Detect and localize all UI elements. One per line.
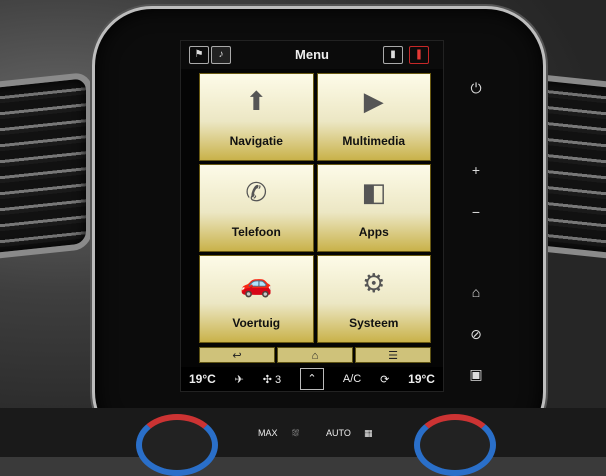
power-button[interactable]: ⏻ bbox=[466, 80, 486, 97]
tile-voertuig[interactable]: 🚗 Voertuig bbox=[199, 255, 314, 343]
display-off-icon[interactable]: ▣ bbox=[466, 366, 486, 383]
max-defrost-button[interactable]: MAX bbox=[258, 428, 278, 438]
home-button[interactable]: ⌂ bbox=[277, 347, 353, 363]
ac-button[interactable]: A/C bbox=[343, 373, 361, 385]
bottom-nav-strip: ↩ ⌂ ☰ bbox=[199, 347, 431, 363]
right-temperature[interactable]: 19°C bbox=[408, 372, 435, 386]
tile-label: Apps bbox=[358, 225, 389, 239]
infotainment-screen: ⚑ ♪ Menu ▮ ❚ ⬆ Navigatie ▶ Multimedia ✆ … bbox=[180, 40, 444, 392]
rear-defrost-icon[interactable]: ▦ bbox=[364, 428, 373, 439]
phone-battery-icon: ▮ bbox=[383, 46, 403, 64]
left-temperature-knob[interactable] bbox=[136, 414, 218, 476]
auto-button[interactable]: AUTO bbox=[326, 428, 351, 438]
car-icon: 🚗 bbox=[240, 268, 273, 298]
volume-up-button[interactable]: + bbox=[466, 162, 486, 178]
apps-icon: ◧ bbox=[361, 177, 387, 207]
tile-label: Systeem bbox=[349, 316, 399, 330]
climate-bar: 19°C ✈ ✣ 3 ⌃ A/C ⟳ 19°C bbox=[181, 367, 443, 391]
windshield-icon[interactable]: ⛆ bbox=[292, 428, 299, 439]
climate-console bbox=[0, 408, 606, 457]
tile-navigatie[interactable]: ⬆ Navigatie bbox=[199, 73, 314, 161]
back-button[interactable]: ↩ bbox=[199, 347, 275, 363]
tile-label: Navigatie bbox=[229, 134, 283, 148]
tile-apps[interactable]: ◧ Apps bbox=[316, 164, 431, 252]
tile-telefoon[interactable]: ✆ Telefoon bbox=[199, 164, 314, 252]
menu-grid: ⬆ Navigatie ▶ Multimedia ✆ Telefoon ◧ Ap… bbox=[199, 73, 431, 343]
phone-icon: ✆ bbox=[245, 177, 268, 207]
signal-icon: ❚ bbox=[409, 46, 429, 64]
left-temperature[interactable]: 19°C bbox=[189, 372, 216, 386]
tile-multimedia[interactable]: ▶ Multimedia bbox=[316, 73, 431, 161]
tile-label: Voertuig bbox=[232, 316, 281, 330]
volume-down-button[interactable]: − bbox=[466, 204, 486, 220]
list-button[interactable]: ☰ bbox=[355, 347, 431, 363]
airflow-icon[interactable]: ✈ bbox=[235, 373, 244, 386]
climate-expand-button[interactable]: ⌃ bbox=[300, 368, 325, 390]
tile-systeem[interactable]: ⚙ Systeem bbox=[316, 255, 431, 343]
navigation-arrow-icon: ⬆ bbox=[245, 86, 268, 116]
home-hard-button[interactable]: ⌂ bbox=[466, 284, 486, 300]
tile-label: Telefoon bbox=[231, 225, 281, 239]
page-title: Menu bbox=[295, 47, 329, 62]
tile-label: Multimedia bbox=[342, 134, 406, 148]
recirculation-icon[interactable]: ⟳ bbox=[380, 373, 389, 386]
mute-icon[interactable]: ⊘ bbox=[466, 326, 486, 343]
status-bar: ⚑ ♪ Menu ▮ ❚ bbox=[181, 41, 443, 69]
right-temperature-knob[interactable] bbox=[414, 414, 496, 476]
fan-speed: 3 bbox=[275, 373, 282, 386]
play-icon: ▶ bbox=[363, 86, 384, 116]
fan-icon[interactable]: ✣ 3 bbox=[263, 373, 281, 386]
left-air-vent bbox=[0, 71, 92, 262]
gear-icon: ⚙ bbox=[362, 268, 386, 298]
